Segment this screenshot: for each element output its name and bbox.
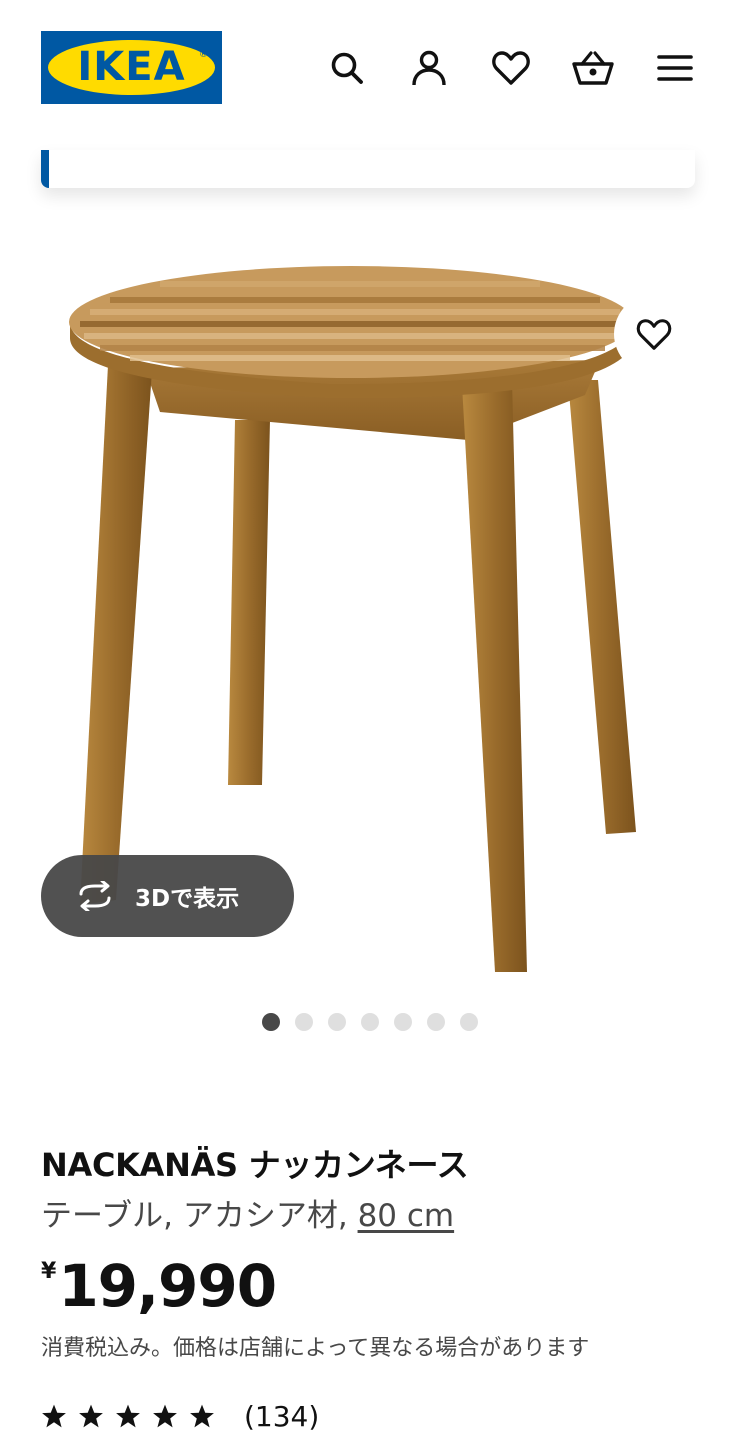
basket-icon[interactable] [569, 44, 617, 92]
star-icon [153, 1404, 177, 1428]
product-description: テーブル, アカシア材, 80 cm [41, 1190, 454, 1235]
pagination-dot-4[interactable] [361, 1013, 379, 1031]
image-pagination [0, 1013, 736, 1031]
view-in-3d-label: 3Dで表示 [135, 886, 240, 912]
site-header: IKEA ® [0, 0, 736, 140]
pagination-dot-2[interactable] [295, 1013, 313, 1031]
logo-text: IKEA [77, 44, 186, 90]
notice-banner [41, 150, 695, 188]
review-count: (134) [244, 1399, 320, 1433]
search-icon[interactable] [323, 44, 371, 92]
price-currency: ¥ [41, 1259, 57, 1284]
logo-registered-mark: ® [199, 50, 208, 60]
pagination-dot-1[interactable] [262, 1013, 280, 1031]
product-type: テーブル, アカシア材, [41, 1198, 358, 1234]
star-icon [42, 1404, 66, 1428]
heart-icon[interactable] [487, 44, 535, 92]
add-to-favourites-button[interactable] [614, 294, 694, 374]
product-rating[interactable]: (134) [41, 1398, 319, 1434]
user-icon[interactable] [405, 44, 453, 92]
view-in-3d-button[interactable]: 3Dで表示 [41, 855, 294, 937]
product-name: NACKANÄS ナッカンネース [41, 1146, 469, 1184]
star-icon [116, 1404, 140, 1428]
rotate-3d-icon [79, 881, 111, 911]
star-icon [190, 1404, 214, 1428]
price-amount: 19,990 [58, 1252, 277, 1320]
product-size-link[interactable]: 80 cm [358, 1198, 455, 1234]
pagination-dot-3[interactable] [328, 1013, 346, 1031]
menu-icon[interactable] [651, 44, 699, 92]
star-icon [79, 1404, 103, 1428]
pagination-dot-6[interactable] [427, 1013, 445, 1031]
product-image[interactable]: 3Dで表示 [0, 230, 736, 990]
ikea-logo[interactable]: IKEA ® [41, 31, 222, 104]
pagination-dot-7[interactable] [460, 1013, 478, 1031]
pagination-dot-5[interactable] [394, 1013, 412, 1031]
heart-icon [636, 318, 672, 350]
tax-note: 消費税込み。価格は店舗によって異なる場合があります [41, 1336, 590, 1361]
product-price: ¥19,990 [41, 1252, 277, 1320]
